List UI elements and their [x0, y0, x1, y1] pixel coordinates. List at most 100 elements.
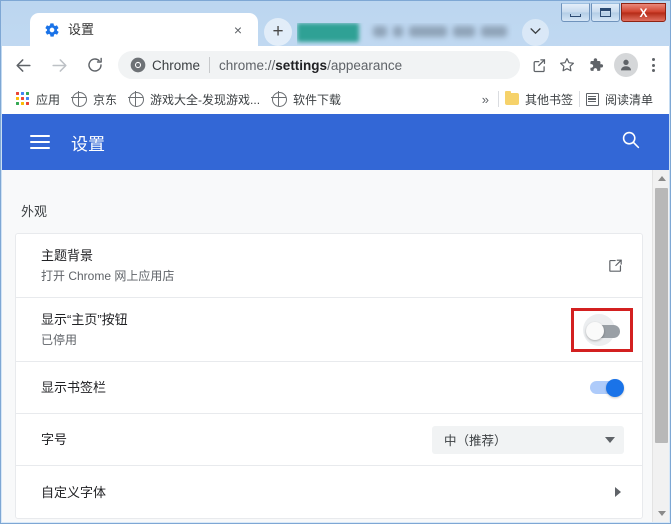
forward-arrow-icon [51, 58, 67, 72]
reading-list-button[interactable]: 阅读清单 [580, 88, 659, 110]
appearance-settings-card: 主题背景 打开 Chrome 网上应用店 显示“主页”按钮 已停用 显示书签栏 … [15, 233, 643, 519]
globe-icon [271, 90, 288, 107]
omnibox-scheme-label: Chrome [152, 57, 201, 73]
reload-button[interactable] [80, 50, 110, 80]
dot [651, 63, 655, 67]
row-subtitle: 打开 Chrome 网上应用店 [41, 269, 175, 283]
bookmarks-bar: 应用 京东 游戏大全-发现游戏... 软件下载 » 其他书签 阅读清单 [2, 84, 669, 114]
back-button[interactable] [8, 50, 38, 80]
toggle-knob [586, 321, 604, 340]
settings-header: 设置 [2, 114, 669, 170]
globe-icon [128, 90, 145, 107]
row-title: 字号 [41, 432, 68, 447]
hamburger-icon[interactable] [30, 135, 50, 149]
forward-button [44, 50, 74, 80]
search-icon[interactable] [620, 129, 641, 155]
setting-row-font-size[interactable]: 字号 中（推荐） [16, 414, 642, 466]
bookmark-label: 其他书签 [524, 92, 573, 107]
scrollbar-down-button[interactable] [653, 505, 670, 522]
globe-icon [71, 90, 88, 107]
bookmark-label: 京东 [93, 92, 118, 107]
setting-row-theme[interactable]: 主题背景 打开 Chrome 网上应用店 [16, 234, 642, 298]
puzzle-icon-glyph [590, 58, 604, 71]
browser-toolbar: Chrome chrome://settings/appearance [2, 46, 669, 84]
content-scrollbar[interactable] [652, 170, 669, 522]
setting-row-bookmarks-bar[interactable]: 显示书签栏 [16, 362, 642, 414]
close-button[interactable]: X [621, 3, 666, 22]
triangle-up-icon [657, 176, 666, 181]
tab-search-button[interactable] [522, 19, 549, 46]
address-bar[interactable]: Chrome chrome://settings/appearance [118, 51, 520, 79]
close-icon: X [639, 5, 648, 20]
apps-grid-icon [16, 92, 30, 106]
tab-settings[interactable]: 设置 × [30, 13, 258, 46]
scrollbar-thumb[interactable] [655, 188, 668, 443]
chevron-down-icon [605, 436, 615, 443]
page-title: 设置 [71, 134, 105, 154]
row-texts: 字号 [41, 430, 432, 449]
dot [651, 69, 655, 72]
row-texts: 显示书签栏 [41, 378, 590, 397]
url-prefix: chrome:// [219, 57, 276, 73]
setting-row-home-button[interactable]: 显示“主页”按钮 已停用 [16, 298, 642, 362]
triangle-down-icon [657, 511, 666, 516]
bookmark-apps[interactable]: 应用 [10, 88, 66, 110]
search-icon-glyph [622, 131, 640, 149]
blur-smudge [373, 26, 387, 37]
minimize-button[interactable] [561, 3, 590, 22]
redacted-tab-area [297, 23, 512, 45]
tab-strip: X 设置 × + [1, 1, 670, 46]
font-size-value: 中（推荐） [444, 434, 507, 448]
omnibox-url: chrome://settings/appearance [219, 58, 402, 73]
bookmark-item[interactable]: 软件下载 [266, 88, 347, 110]
share-icon[interactable] [526, 52, 552, 78]
back-arrow-icon [15, 58, 31, 72]
open-in-new-icon[interactable] [607, 257, 624, 274]
home-button-toggle[interactable] [582, 313, 624, 347]
row-title: 显示“主页”按钮 [41, 312, 128, 327]
reading-list-icon [585, 92, 599, 106]
row-title: 自定义字体 [41, 484, 107, 500]
bookmark-label: 游戏大全-发现游戏... [150, 92, 261, 107]
profile-avatar[interactable] [614, 53, 638, 77]
share-icon-glyph [533, 58, 545, 72]
bookmark-item[interactable]: 游戏大全-发现游戏... [123, 88, 266, 110]
chrome-logo-icon [130, 57, 146, 73]
bookmark-label: 应用 [36, 92, 61, 107]
bookmark-label: 软件下载 [293, 92, 342, 107]
bookmark-other-folder[interactable]: 其他书签 [499, 88, 579, 110]
bookmark-star-icon[interactable] [554, 52, 580, 78]
tab-title: 设置 [68, 22, 95, 37]
new-tab-button[interactable]: + [264, 18, 292, 46]
bookmark-item[interactable]: 京东 [66, 88, 123, 110]
setting-row-customize-fonts[interactable]: 自定义字体 [16, 466, 642, 518]
url-suffix: /appearance [327, 57, 403, 73]
person-icon [621, 59, 631, 71]
blur-smudge [481, 26, 507, 37]
star-icon-glyph [560, 58, 574, 72]
bar [30, 135, 50, 137]
blur-smudge [393, 26, 403, 37]
maximize-button[interactable] [591, 3, 620, 22]
redacted-teal-block [297, 23, 359, 42]
chevron-down-icon [530, 28, 541, 35]
extensions-icon[interactable] [582, 52, 608, 78]
font-size-select[interactable]: 中（推荐） [432, 425, 624, 454]
reload-icon [88, 57, 102, 72]
toggle-knob [606, 378, 624, 397]
tab-close-icon[interactable]: × [230, 22, 246, 38]
maximize-icon [600, 8, 611, 17]
row-texts: 自定义字体 [41, 483, 615, 502]
dot [651, 58, 655, 61]
row-subtitle: 已停用 [41, 333, 78, 347]
row-title: 显示书签栏 [41, 380, 107, 395]
window-controls: X [561, 3, 666, 22]
scrollbar-up-button[interactable] [653, 170, 670, 187]
bar [30, 147, 50, 149]
browser-menu-button[interactable] [642, 58, 664, 72]
bookmarks-overflow-button[interactable]: » [473, 92, 498, 107]
browser-window: X 设置 × + Chrome chrome://settings/appear… [0, 0, 671, 524]
chevron-right-icon [615, 487, 621, 497]
bookmarks-bar-toggle[interactable] [590, 378, 624, 397]
minimize-icon [570, 13, 581, 17]
